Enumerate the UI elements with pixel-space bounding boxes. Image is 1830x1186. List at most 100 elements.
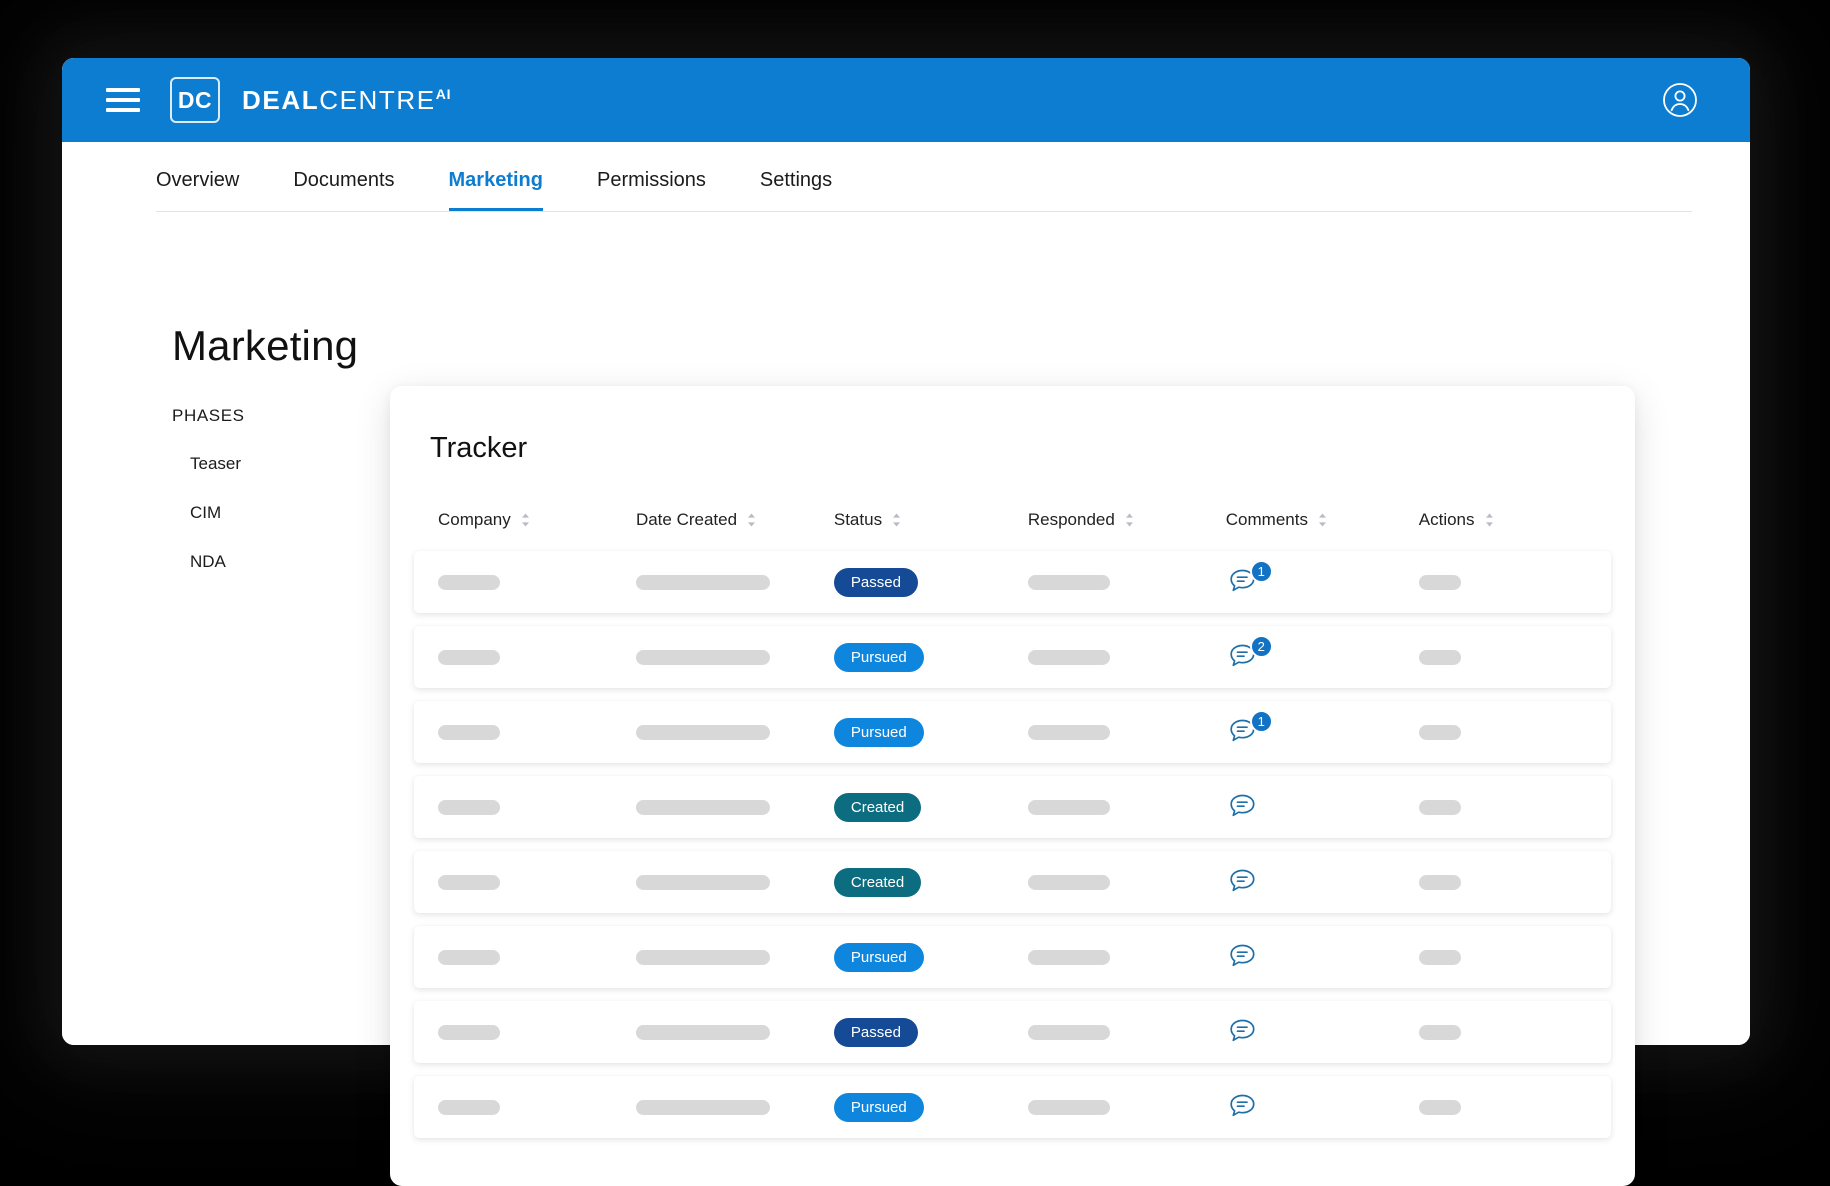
cell-status: Passed <box>834 568 1028 597</box>
sidebar-item-teaser[interactable]: Teaser <box>190 454 412 474</box>
main-nav-tabs: Overview Documents Marketing Permissions… <box>62 142 1750 212</box>
column-header-company[interactable]: Company <box>438 510 636 530</box>
placeholder-bar <box>636 725 770 740</box>
sort-icon[interactable] <box>746 512 757 528</box>
placeholder-bar <box>636 1100 770 1115</box>
column-header-comments[interactable]: Comments <box>1226 510 1419 530</box>
tab-overview[interactable]: Overview <box>156 169 239 212</box>
cell-date-created <box>636 800 834 815</box>
app-window: DC DEAL CENTRE AI <box>62 58 1750 1045</box>
sort-icon[interactable] <box>520 512 531 528</box>
comment-bubble-icon[interactable] <box>1226 1088 1268 1126</box>
column-header-company-label: Company <box>438 510 511 530</box>
status-badge: Created <box>834 868 921 897</box>
tab-permissions[interactable]: Permissions <box>597 169 706 212</box>
cell-responded <box>1028 575 1226 590</box>
cell-actions <box>1419 875 1587 890</box>
cell-date-created <box>636 650 834 665</box>
cell-responded <box>1028 1100 1226 1115</box>
logo-text-deal: DEAL <box>242 85 319 116</box>
comment-bubble-icon[interactable]: 2 <box>1226 638 1268 676</box>
sidebar-item-cim[interactable]: CIM <box>190 503 412 523</box>
tab-documents[interactable]: Documents <box>293 169 394 212</box>
cell-responded <box>1028 725 1226 740</box>
placeholder-bar <box>1028 650 1110 665</box>
table-row[interactable]: Pursued 2 <box>414 626 1611 688</box>
cell-comments <box>1226 1088 1419 1126</box>
cell-responded <box>1028 1025 1226 1040</box>
cell-responded <box>1028 800 1226 815</box>
placeholder-bar <box>636 800 770 815</box>
cell-date-created <box>636 1025 834 1040</box>
user-account-icon[interactable] <box>1660 80 1700 120</box>
placeholder-bar <box>1419 800 1461 815</box>
placeholder-bar <box>438 575 500 590</box>
page-title: Marketing <box>172 322 358 370</box>
placeholder-bar <box>1028 800 1110 815</box>
sidebar-item-nda[interactable]: NDA <box>190 552 412 572</box>
sort-icon[interactable] <box>1124 512 1135 528</box>
app-logo[interactable]: DC DEAL CENTRE AI <box>170 77 451 123</box>
column-header-responded-label: Responded <box>1028 510 1115 530</box>
cell-company <box>438 800 636 815</box>
placeholder-bar <box>1419 650 1461 665</box>
placeholder-bar <box>438 725 500 740</box>
column-header-date-created[interactable]: Date Created <box>636 510 834 530</box>
comment-bubble-icon[interactable] <box>1226 1013 1268 1051</box>
comment-bubble-icon[interactable]: 1 <box>1226 713 1268 751</box>
sort-icon[interactable] <box>1484 512 1495 528</box>
cell-comments <box>1226 938 1419 976</box>
status-badge: Pursued <box>834 1093 924 1122</box>
column-header-responded[interactable]: Responded <box>1028 510 1226 530</box>
table-row[interactable]: Created <box>414 776 1611 838</box>
cell-comments <box>1226 863 1419 901</box>
tab-marketing[interactable]: Marketing <box>449 169 543 212</box>
table-row[interactable]: Pursued1 <box>414 701 1611 763</box>
cell-actions <box>1419 1025 1587 1040</box>
comment-bubble-icon[interactable] <box>1226 788 1268 826</box>
cell-company <box>438 1100 636 1115</box>
comment-bubble-icon[interactable] <box>1226 938 1268 976</box>
placeholder-bar <box>1028 1100 1110 1115</box>
cell-company <box>438 1025 636 1040</box>
column-header-status-label: Status <box>834 510 882 530</box>
status-badge: Passed <box>834 1018 918 1047</box>
table-header-row: Company Date Created Status <box>394 499 1631 541</box>
table-row[interactable]: Passed <box>414 1001 1611 1063</box>
placeholder-bar <box>438 800 500 815</box>
screenshot-stage: DC DEAL CENTRE AI <box>0 0 1830 1186</box>
logo-text-centre: CENTRE <box>319 85 436 116</box>
placeholder-bar <box>438 1025 500 1040</box>
tab-settings[interactable]: Settings <box>760 169 832 212</box>
status-badge: Pursued <box>834 943 924 972</box>
comment-bubble-icon[interactable]: 1 <box>1226 563 1268 601</box>
sort-icon[interactable] <box>891 512 902 528</box>
cell-responded <box>1028 950 1226 965</box>
cell-actions <box>1419 800 1587 815</box>
placeholder-bar <box>1419 1025 1461 1040</box>
hamburger-menu-icon[interactable] <box>106 88 140 112</box>
table-row[interactable]: Pursued <box>414 1076 1611 1138</box>
phases-section-label: PHASES <box>172 406 412 426</box>
placeholder-bar <box>636 950 770 965</box>
placeholder-bar <box>1028 875 1110 890</box>
status-badge: Pursued <box>834 643 924 672</box>
logo-text-ai: AI <box>436 86 452 102</box>
placeholder-bar <box>438 650 500 665</box>
comment-bubble-icon[interactable] <box>1226 863 1268 901</box>
table-row[interactable]: Pursued <box>414 926 1611 988</box>
comment-count-badge: 1 <box>1250 560 1273 583</box>
cell-date-created <box>636 1100 834 1115</box>
column-header-status[interactable]: Status <box>834 510 1028 530</box>
sort-icon[interactable] <box>1317 512 1328 528</box>
table-row[interactable]: Created <box>414 851 1611 913</box>
placeholder-bar <box>636 1025 770 1040</box>
cell-actions <box>1419 950 1587 965</box>
cell-status: Pursued <box>834 1093 1028 1122</box>
cell-comments <box>1226 788 1419 826</box>
cell-comments: 2 <box>1226 638 1419 676</box>
table-row[interactable]: Passed 1 <box>414 551 1611 613</box>
placeholder-bar <box>438 875 500 890</box>
column-header-actions[interactable]: Actions <box>1419 510 1587 530</box>
cell-actions <box>1419 1100 1587 1115</box>
